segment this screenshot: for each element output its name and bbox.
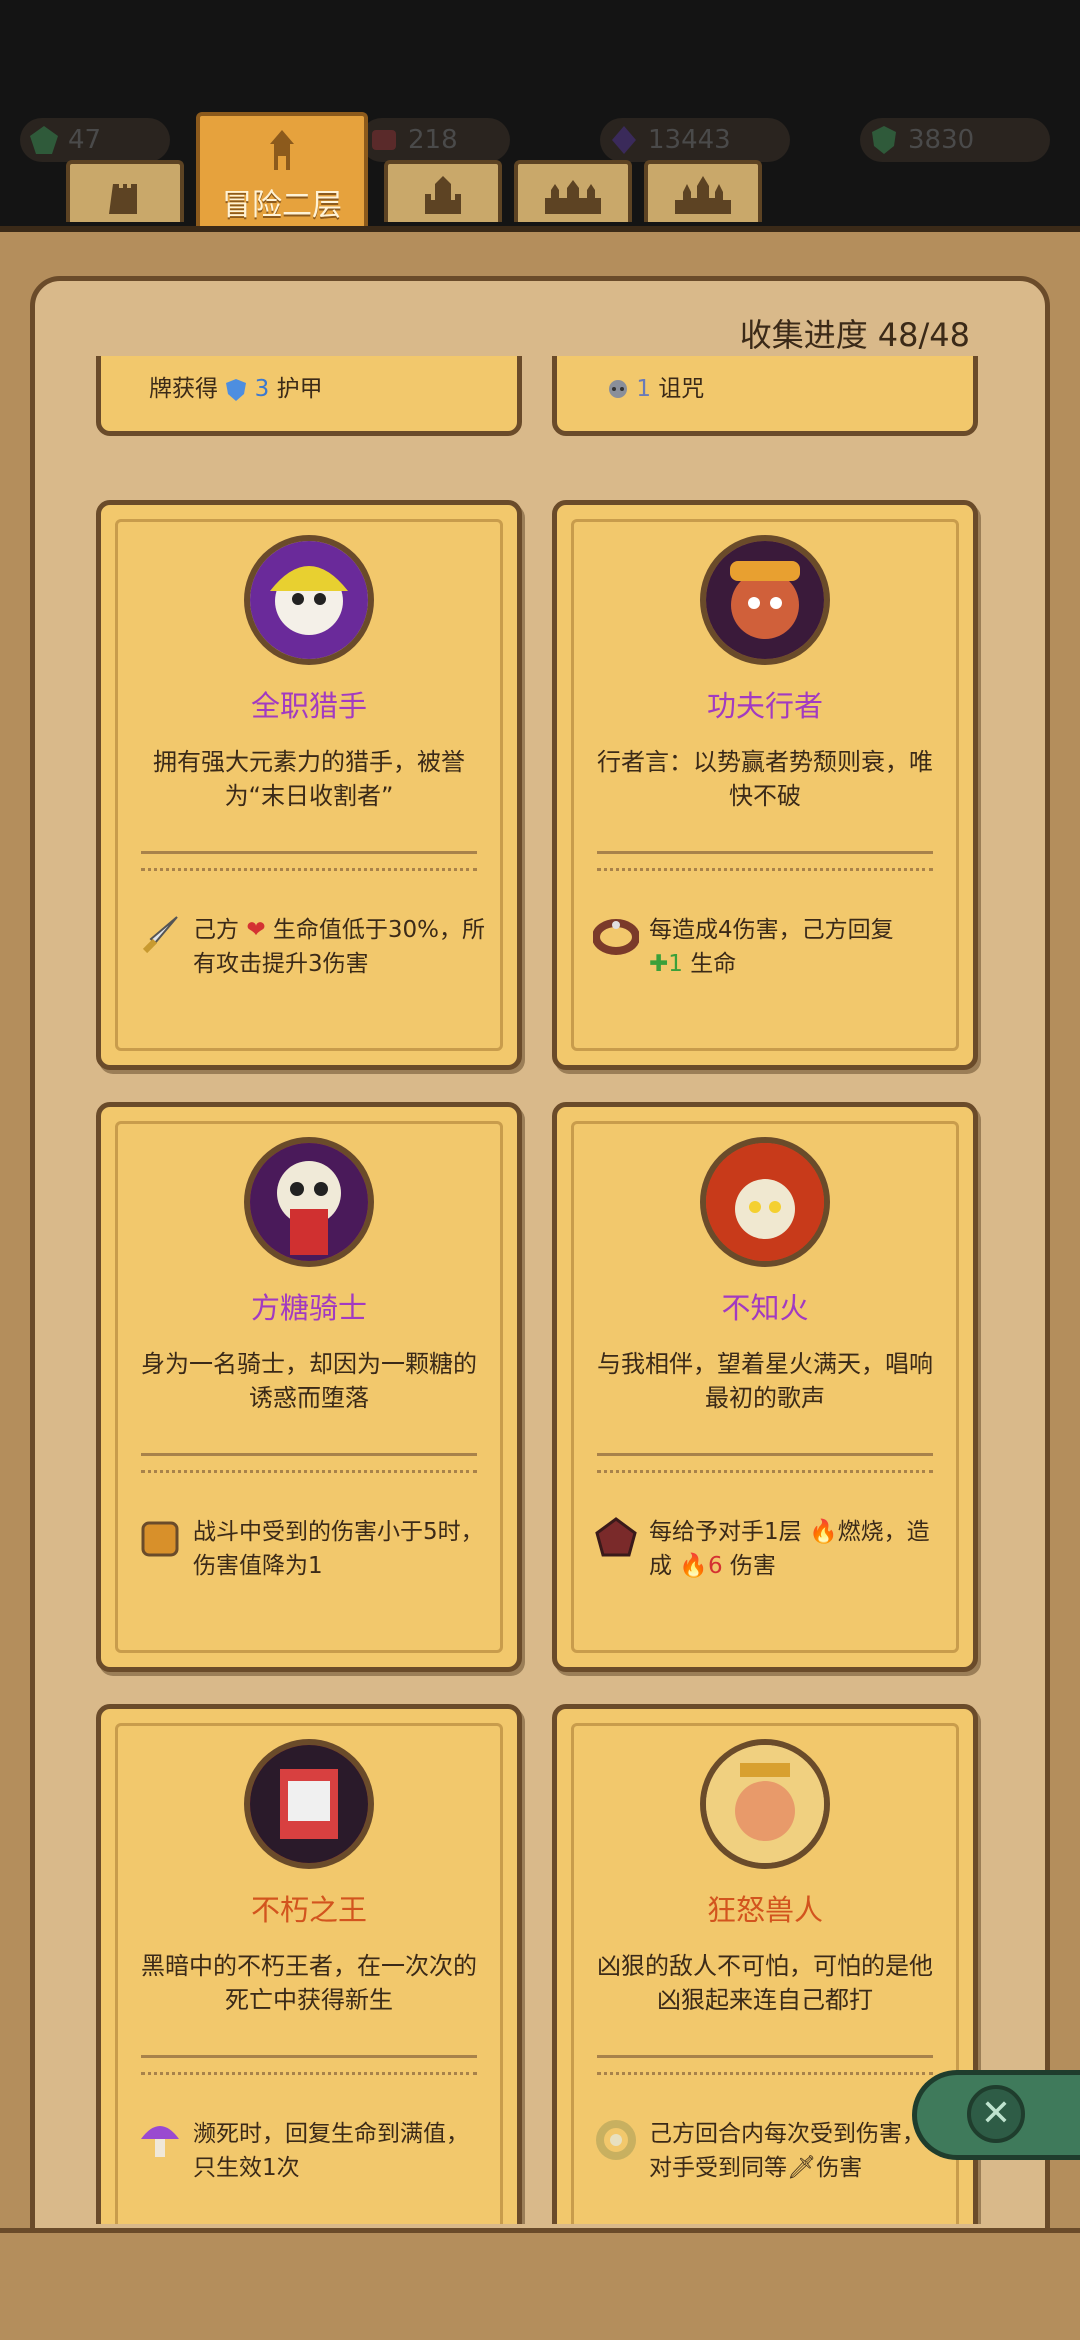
house-icon (270, 130, 294, 170)
card-description: 与我相伴，望着星火满天，唱响最初的歌声 (597, 1350, 933, 1412)
tab-palace[interactable] (644, 160, 762, 222)
undying-king-portrait (244, 1739, 374, 1869)
ring-icon (596, 2120, 636, 2160)
orc-portrait (700, 1739, 830, 1869)
close-icon: ✕ (967, 2085, 1025, 2143)
card-effect: 战斗中受到的伤害小于5时，伤害值降为1 (137, 1515, 487, 1583)
card-name: 不朽之王 (250, 1893, 367, 1927)
shield-icon (226, 378, 247, 401)
bracelet-icon (593, 919, 639, 955)
card-raging-orc[interactable]: 狂怒兽人 凶狠的敌人不可怕，可怕的是他凶狠起来连自己都打 己方回合内每次受到伤害… (552, 1704, 978, 2224)
card-divider (141, 851, 477, 871)
card-sugar-knight[interactable]: 方糖骑士 身为一名骑士，却因为一颗糖的诱惑而堕落 战斗中受到的伤害小于5时，伤害… (96, 1102, 522, 1672)
green-shield-icon (872, 126, 896, 154)
card-effect: 每造成4伤害，己方回复 ✚1 生命 (593, 913, 943, 981)
card-undying-king[interactable]: 不朽之王 黑暗中的不朽王者，在一次次的死亡中获得新生 濒死时，回复生命到满值，只… (96, 1704, 522, 2224)
collection-progress: 收集进度 48/48 (739, 316, 970, 354)
card-effect: 己方 ❤ 生命值低于30%，所有攻击提升3伤害 (137, 913, 487, 981)
armor-icon (141, 1521, 179, 1557)
card-description: 黑暗中的不朽王者，在一次次的死亡中获得新生 (141, 1952, 477, 2014)
plus-icon: ✚ (649, 951, 669, 977)
fire-icon: 🔥 (808, 1519, 838, 1545)
tab-tower[interactable] (66, 160, 184, 222)
resource-gems: 47 (20, 118, 170, 162)
heart-icon: ❤ (246, 917, 266, 943)
mushroom-icon (141, 2126, 179, 2157)
card-name: 不知火 (721, 1291, 809, 1325)
card-name: 狂怒兽人 (706, 1893, 823, 1927)
card-description: 行者言：以势赢者势颓则衰，唯快不破 (597, 748, 933, 810)
bottom-frame (0, 2228, 1080, 2340)
shiranui-portrait (700, 1137, 830, 1267)
card-shiranui[interactable]: 不知火 与我相伴，望着星火满天，唱响最初的歌声 每给予对手1层 🔥燃烧，造成 🔥… (552, 1102, 978, 1672)
close-button[interactable]: ✕ (912, 2070, 1080, 2160)
palace-icon (675, 176, 731, 214)
tab-label: 冒险二层 (222, 188, 342, 223)
card-kungfu-walker[interactable]: 功夫行者 行者言：以势赢者势颓则衰，唯快不破 每造成4伤害，己方回复 ✚1 生命 (552, 500, 978, 1070)
card-full-time-hunter[interactable]: 全职猎手 拥有强大元素力的猎手，被誉为“末日收割者” 己方 ❤ 生命值低于30%… (96, 500, 522, 1070)
card-divider (141, 1453, 477, 1473)
red-scroll-icon (372, 130, 396, 150)
kungfu-portrait (700, 535, 830, 665)
tab-adventure-floor-2[interactable]: 冒险二层 (196, 112, 368, 230)
ember-stone-icon (595, 1517, 637, 1557)
skull-icon (609, 379, 627, 398)
resource-crystals: 13443 (600, 118, 790, 162)
resource-shields: 3830 (860, 118, 1050, 162)
card-effect: 濒死时，回复生命到满值，只生效1次 (137, 2117, 487, 2185)
card-grid[interactable]: 牌获得 3 护甲 1 诅咒 全职猎手 拥有强大元素力的猎手，被誉为“末日收割者”… (78, 356, 1002, 2224)
card-name: 功夫行者 (706, 689, 823, 723)
card-name: 方糖骑士 (250, 1291, 367, 1325)
card-effect: 己方回合内每次受到伤害，对手受到同等🗡伤害 (593, 2117, 943, 2185)
card-description: 凶狠的敌人不可怕，可怕的是他凶狠起来连自己都打 (597, 1952, 933, 2014)
dagger-icon (142, 916, 178, 954)
card-divider (597, 2055, 933, 2075)
castle-icon (425, 176, 461, 214)
purple-crystal-icon (612, 126, 636, 154)
knight-portrait (244, 1137, 374, 1267)
card-divider (141, 2055, 477, 2075)
card-description: 拥有强大元素力的猎手，被誉为“末日收割者” (153, 748, 465, 810)
sword-icon: 🗡 (787, 2155, 817, 2181)
tower-icon (109, 184, 137, 214)
tab-fortress[interactable] (514, 160, 632, 222)
card-partial-left[interactable]: 牌获得 3 护甲 (96, 356, 522, 436)
card-description: 身为一名骑士，却因为一颗糖的诱惑而堕落 (141, 1350, 477, 1412)
hunter-portrait (244, 535, 374, 665)
card-name: 全职猎手 (250, 689, 367, 723)
card-partial-right[interactable]: 1 诅咒 (552, 356, 978, 436)
card-divider (597, 851, 933, 871)
card-divider (597, 1453, 933, 1473)
fire-icon: 🔥 (679, 1553, 708, 1579)
fortress-icon (545, 180, 601, 214)
resource-scrolls: 218 (360, 118, 510, 162)
tab-castle[interactable] (384, 160, 502, 222)
card-effect: 每给予对手1层 🔥燃烧，造成 🔥6 伤害 (593, 1515, 943, 1583)
green-gem-icon (30, 126, 58, 154)
